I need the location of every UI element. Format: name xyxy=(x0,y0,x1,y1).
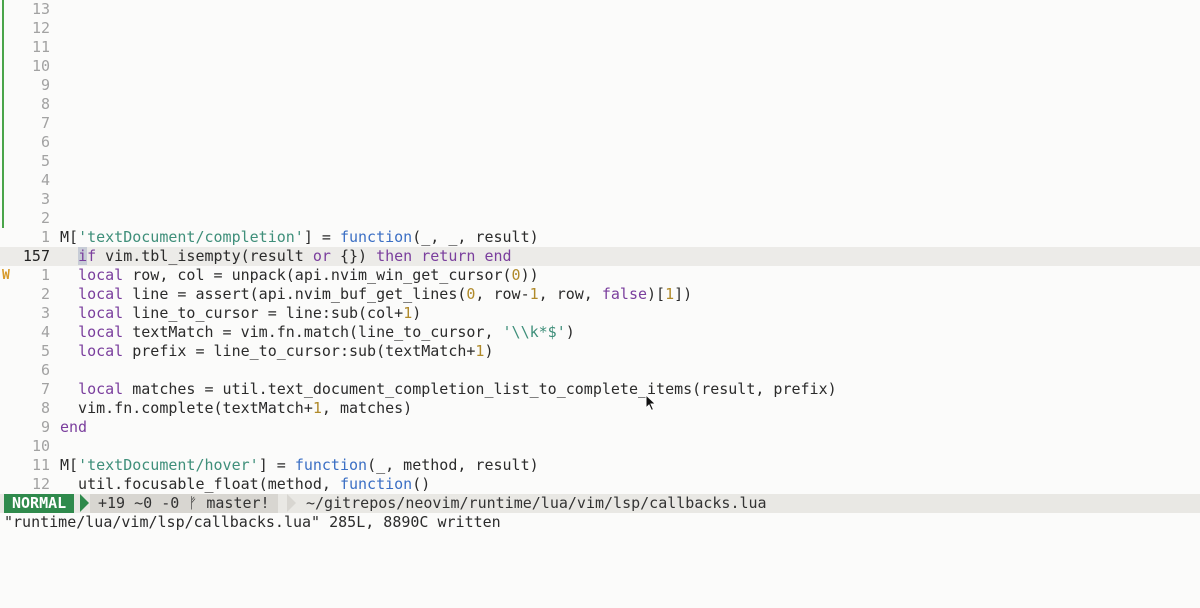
buffer-line[interactable]: 5 xyxy=(0,152,1200,171)
line-number: 10 xyxy=(31,437,50,455)
git-added-sign xyxy=(2,171,4,190)
command-line-message[interactable]: "runtime/lua/vim/lsp/callbacks.lua" 285L… xyxy=(4,513,501,532)
buffer-line[interactable]: 9 xyxy=(0,76,1200,95)
git-added-sign xyxy=(2,19,4,38)
git-status-segment: +19 ~0 -0 ᚠ master! xyxy=(90,494,278,513)
git-added-sign xyxy=(2,114,4,133)
code-text: local prefix = line_to_cursor:sub(textMa… xyxy=(78,342,494,360)
code-text: M['textDocument/completion'] = function(… xyxy=(60,228,539,246)
code-text: end xyxy=(60,418,88,436)
code-text: local line_to_cursor = line:sub(col+1) xyxy=(78,304,422,322)
code-text: M['textDocument/hover'] = function(_, me… xyxy=(60,456,539,474)
buffer-line[interactable]: 11 xyxy=(0,38,1200,57)
git-added-sign xyxy=(2,38,4,57)
code-text: local textMatch = vim.fn.match(line_to_c… xyxy=(78,323,575,341)
line-number: 6 xyxy=(40,361,50,379)
buffer-line[interactable]: 3 local line_to_cursor = line:sub(col+1) xyxy=(0,304,1200,323)
buffer-line[interactable]: 11 M['textDocument/hover'] = function(_, … xyxy=(0,456,1200,475)
buffer-line[interactable]: 8 vim.fn.complete(textMatch+1, matches) xyxy=(0,399,1200,418)
buffer-line[interactable]: 6 xyxy=(0,133,1200,152)
buffer-line[interactable]: 4 xyxy=(0,171,1200,190)
line-number: 12 xyxy=(31,19,50,37)
line-number: 4 xyxy=(40,171,50,189)
line-number: 8 xyxy=(40,399,50,417)
buffer-line[interactable]: 4 local textMatch = vim.fn.match(line_to… xyxy=(0,323,1200,342)
git-added-sign xyxy=(2,95,4,114)
line-number: 12 xyxy=(31,475,50,493)
line-number: 11 xyxy=(31,456,50,474)
buffer-line[interactable]: 10 xyxy=(0,437,1200,456)
line-number: 7 xyxy=(40,114,50,132)
code-text: local row, col = unpack(api.nvim_win_get… xyxy=(78,266,539,284)
buffer-line[interactable]: 10 xyxy=(0,57,1200,76)
separator-arrow-icon xyxy=(80,494,89,512)
mode-indicator: NORMAL xyxy=(4,494,75,513)
git-added-sign xyxy=(2,190,4,209)
buffer-line[interactable]: 3 xyxy=(0,190,1200,209)
git-added-sign xyxy=(2,209,4,228)
line-number: 5 xyxy=(40,342,50,360)
current-line-number: 157 xyxy=(22,247,50,265)
buffer-line[interactable]: 5 local prefix = line_to_cursor:sub(text… xyxy=(0,342,1200,361)
line-number: 10 xyxy=(31,57,50,75)
editor-buffer[interactable]: 13 12 11 10 9 8 7 6 5 4 3 2 1 M['textDocu… xyxy=(0,0,1200,494)
line-number: 9 xyxy=(40,76,50,94)
code-text: if vim.tbl_isempty(result or {}) then re… xyxy=(78,247,512,265)
line-number: 3 xyxy=(40,190,50,208)
line-number: 2 xyxy=(40,285,50,303)
git-branch-name: master! xyxy=(206,494,270,512)
buffer-line[interactable]: 7 xyxy=(0,114,1200,133)
buffer-line[interactable]: 6 xyxy=(0,361,1200,380)
git-diff-counts: +19 ~0 -0 xyxy=(98,494,180,512)
buffer-line[interactable]: 8 xyxy=(0,95,1200,114)
line-number: 1 xyxy=(40,266,50,284)
line-number: 4 xyxy=(40,323,50,341)
line-number: 1 xyxy=(40,228,50,246)
buffer-line[interactable]: 12 xyxy=(0,19,1200,38)
buffer-line[interactable]: 13 xyxy=(0,0,1200,19)
git-branch-icon: ᚠ xyxy=(188,494,198,512)
code-text: local line = assert(api.nvim_buf_get_lin… xyxy=(78,285,693,303)
status-line: NORMAL +19 ~0 -0 ᚠ master! ~/gitrepos/ne… xyxy=(0,494,1200,513)
git-added-sign xyxy=(2,0,4,19)
code-text: local matches = util.text_document_compl… xyxy=(78,380,837,398)
line-number: 7 xyxy=(40,380,50,398)
separator-arrow-icon xyxy=(287,494,296,512)
line-number: 9 xyxy=(40,418,50,436)
line-number: 6 xyxy=(40,133,50,151)
text-cursor: i xyxy=(78,247,88,265)
buffer-line[interactable]: 2 local line = assert(api.nvim_buf_get_l… xyxy=(0,285,1200,304)
current-line[interactable]: 157 if vim.tbl_isempty(result or {}) the… xyxy=(0,247,1200,266)
mouse-pointer-icon xyxy=(645,394,657,412)
code-text: vim.fn.complete(textMatch+1, matches) xyxy=(60,399,413,417)
buffer-line[interactable]: 2 xyxy=(0,209,1200,228)
buffer-line[interactable]: 9 end xyxy=(0,418,1200,437)
line-number: 3 xyxy=(40,304,50,322)
line-number: 8 xyxy=(40,95,50,113)
git-added-sign xyxy=(2,152,4,171)
buffer-line[interactable]: 7 local matches = util.text_document_com… xyxy=(0,380,1200,399)
buffer-line[interactable]: W1 local row, col = unpack(api.nvim_win_… xyxy=(0,266,1200,285)
buffer-line[interactable]: 1 M['textDocument/completion'] = function… xyxy=(0,228,1200,247)
file-path: ~/gitrepos/neovim/runtime/lua/vim/lsp/ca… xyxy=(306,494,767,512)
line-number: 2 xyxy=(40,209,50,227)
git-added-sign xyxy=(2,133,4,152)
git-added-sign xyxy=(2,57,4,76)
line-number: 5 xyxy=(40,152,50,170)
code-text: util.focusable_float(method, function() xyxy=(60,475,431,493)
buffer-line[interactable]: 12 util.focusable_float(method, function… xyxy=(0,475,1200,494)
git-added-sign xyxy=(2,76,4,95)
line-number: 13 xyxy=(31,0,50,18)
line-number: 11 xyxy=(31,38,50,56)
